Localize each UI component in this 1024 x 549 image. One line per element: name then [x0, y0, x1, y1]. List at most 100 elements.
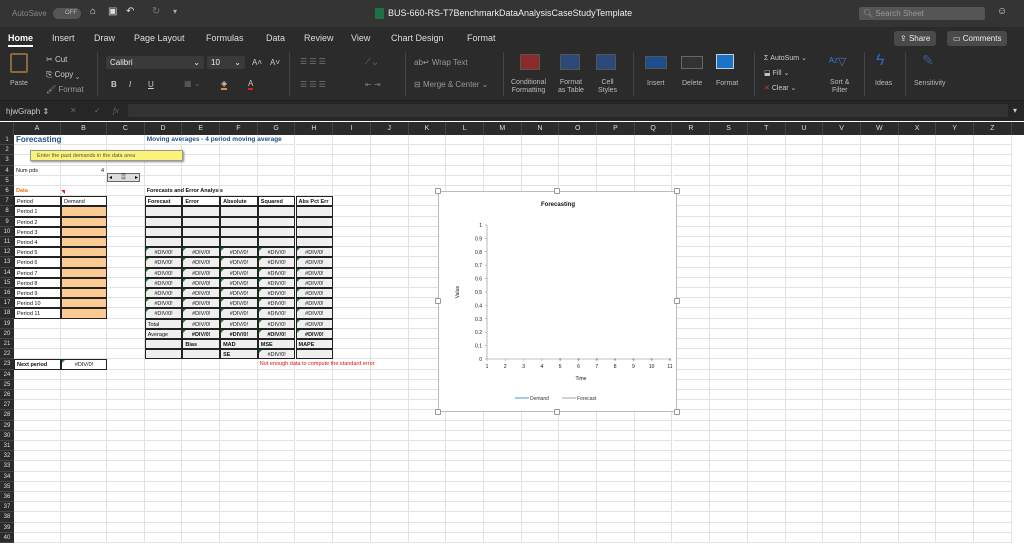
cell-Q37[interactable]: [634, 502, 673, 513]
cell-F19[interactable]: #DIV/0!: [220, 318, 258, 329]
cell-R1[interactable]: [672, 135, 711, 146]
cell-U39[interactable]: [785, 522, 824, 533]
cell-G5[interactable]: [257, 175, 296, 186]
row-header-31[interactable]: 31: [0, 441, 14, 452]
cell-L40[interactable]: [446, 532, 484, 543]
cell-V5[interactable]: [823, 175, 861, 186]
row-header-24[interactable]: 24: [0, 369, 14, 380]
cell-U25[interactable]: [785, 379, 824, 390]
cell-F37[interactable]: [220, 502, 258, 513]
cell-I30[interactable]: [333, 430, 371, 441]
cell-B4[interactable]: 4: [61, 165, 107, 176]
cell-H11[interactable]: [295, 237, 334, 248]
cell-N35[interactable]: [521, 481, 560, 492]
cell-T26[interactable]: [747, 390, 786, 401]
cell-W11[interactable]: [861, 237, 899, 248]
cell-T40[interactable]: [747, 532, 786, 543]
cell-S19[interactable]: [710, 318, 748, 329]
cell-B39[interactable]: [61, 522, 107, 533]
cell-D20[interactable]: Average: [144, 328, 183, 339]
cell-R40[interactable]: [672, 532, 711, 543]
cell-B5[interactable]: [61, 175, 107, 186]
cell-O37[interactable]: [559, 502, 598, 513]
cell-W23[interactable]: [861, 359, 899, 370]
row-header-22[interactable]: 22: [0, 349, 14, 360]
cell-B36[interactable]: [61, 492, 107, 503]
cell-I1[interactable]: [333, 135, 371, 146]
cell-X35[interactable]: [898, 481, 937, 492]
cell-J29[interactable]: [370, 420, 409, 431]
cell-Q33[interactable]: [634, 461, 673, 472]
cell-J35[interactable]: [370, 481, 409, 492]
row-header-26[interactable]: 26: [0, 390, 14, 401]
row-header-12[interactable]: 12: [0, 247, 14, 258]
cell-I10[interactable]: [333, 226, 371, 237]
cell-X15[interactable]: [898, 277, 937, 288]
cell-I2[interactable]: [333, 145, 371, 156]
cell-L36[interactable]: [446, 492, 484, 503]
cell-T4[interactable]: [747, 165, 786, 176]
cell-Z15[interactable]: [974, 277, 1012, 288]
cell-X20[interactable]: [898, 328, 937, 339]
cell-X36[interactable]: [898, 492, 937, 503]
cell-H17[interactable]: #DIV/0!: [295, 298, 334, 309]
cell-U7[interactable]: [785, 196, 824, 207]
cell-U24[interactable]: [785, 369, 824, 380]
cell-R21[interactable]: [672, 339, 711, 350]
cell-L1[interactable]: [446, 135, 484, 146]
cell-F13[interactable]: #DIV/0!: [220, 257, 258, 268]
cell-S16[interactable]: [710, 288, 748, 299]
cell-A21[interactable]: [14, 339, 61, 350]
row-header-1[interactable]: 1: [0, 135, 14, 146]
cell-W32[interactable]: [861, 451, 899, 462]
chart-resize-handle[interactable]: [435, 188, 441, 194]
cell-S27[interactable]: [710, 400, 748, 411]
cell-F7[interactable]: Absolute: [220, 196, 258, 207]
cell-O30[interactable]: [559, 430, 598, 441]
cell-B29[interactable]: [61, 420, 107, 431]
cell-Z29[interactable]: [974, 420, 1012, 431]
cell-T36[interactable]: [747, 492, 786, 503]
cell-S15[interactable]: [710, 277, 748, 288]
cell-D9[interactable]: [144, 216, 183, 227]
row-header-18[interactable]: 18: [0, 308, 14, 319]
cell-R38[interactable]: [672, 512, 711, 523]
cell-Z39[interactable]: [974, 522, 1012, 533]
cell-L30[interactable]: [446, 430, 484, 441]
cell-S32[interactable]: [710, 451, 748, 462]
cell-W27[interactable]: [861, 400, 899, 411]
cell-W38[interactable]: [861, 512, 899, 523]
cell-W39[interactable]: [861, 522, 899, 533]
cell-Y39[interactable]: [936, 522, 975, 533]
row-header-40[interactable]: 40: [0, 532, 14, 543]
cell-E10[interactable]: [182, 226, 221, 237]
cell-D37[interactable]: [144, 502, 183, 513]
cell-W35[interactable]: [861, 481, 899, 492]
cell-A34[interactable]: [14, 471, 61, 482]
cell-S3[interactable]: [710, 155, 748, 166]
cell-Z5[interactable]: [974, 175, 1012, 186]
cell-M38[interactable]: [484, 512, 522, 523]
cell-V26[interactable]: [823, 390, 861, 401]
cell-G40[interactable]: [257, 532, 296, 543]
cell-J22[interactable]: [370, 349, 409, 360]
cell-O36[interactable]: [559, 492, 598, 503]
cell-G30[interactable]: [257, 430, 296, 441]
cell-D10[interactable]: [144, 226, 183, 237]
cell-D27[interactable]: [144, 400, 183, 411]
chart-resize-handle[interactable]: [435, 298, 441, 304]
cell-D32[interactable]: [144, 451, 183, 462]
cell-I40[interactable]: [333, 532, 371, 543]
row-header-3[interactable]: 3: [0, 155, 14, 166]
cell-T32[interactable]: [747, 451, 786, 462]
cell-J3[interactable]: [370, 155, 409, 166]
cell-I24[interactable]: [333, 369, 371, 380]
cell-G28[interactable]: [257, 410, 296, 421]
cell-R12[interactable]: [672, 247, 711, 258]
row-header-20[interactable]: 20: [0, 328, 14, 339]
cell-N39[interactable]: [521, 522, 560, 533]
cell-S30[interactable]: [710, 430, 748, 441]
cell-H36[interactable]: [295, 492, 334, 503]
cell-E27[interactable]: [182, 400, 221, 411]
cell-Z14[interactable]: [974, 267, 1012, 278]
